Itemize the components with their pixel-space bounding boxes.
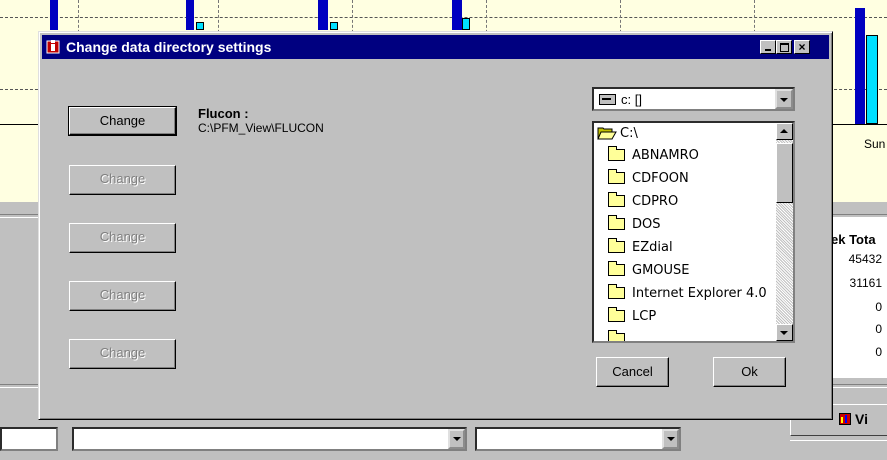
folder-name: Internet Explorer 4.0 — [632, 286, 767, 301]
chevron-down-icon[interactable] — [775, 89, 793, 109]
cancel-button[interactable]: Cancel — [596, 357, 669, 387]
folder-list[interactable]: C:\ ABNAMRO CDFOON CDPRO DOS EZdial GMOU… — [592, 121, 795, 343]
folder-icon — [608, 192, 625, 207]
close-button[interactable]: × — [794, 40, 810, 54]
minimize-button[interactable] — [760, 40, 776, 54]
chart-day-label: Sun — [864, 137, 886, 151]
folder-name: CDFOON — [632, 171, 689, 186]
folder-icon — [608, 169, 625, 184]
chart-bar — [186, 0, 194, 30]
background-combo[interactable] — [72, 427, 467, 451]
chart-bar — [196, 22, 204, 30]
totals-header: ek Tota — [831, 232, 876, 247]
folder-icon — [608, 261, 625, 276]
folder-icon — [608, 307, 625, 322]
folder-name: CDPRO — [632, 194, 679, 209]
scroll-up-icon[interactable] — [776, 123, 793, 140]
chart-bar — [50, 0, 58, 30]
folder-icon — [608, 146, 625, 161]
chart-bar — [318, 0, 328, 30]
change-button-2[interactable]: Change — [69, 165, 176, 195]
folder-name: C:\ — [620, 126, 638, 141]
chevron-down-icon[interactable] — [448, 429, 465, 449]
totals-table: ek Tota 45432 31161 0 0 0 — [828, 218, 887, 378]
view-button-label: Vi — [855, 411, 868, 427]
folder-name: EZdial — [632, 240, 673, 255]
directory-path: C:\PFM_View\FLUCON — [198, 121, 324, 135]
app-icon — [46, 40, 60, 54]
background-input[interactable] — [0, 427, 58, 451]
scroll-down-icon[interactable] — [776, 324, 793, 341]
change-button-flucon[interactable]: Change — [68, 106, 177, 136]
chart-bar — [866, 35, 878, 124]
chart-bar — [452, 0, 462, 30]
change-button-4[interactable]: Change — [69, 281, 176, 311]
totals-cell: 0 — [875, 300, 882, 314]
change-button-3[interactable]: Change — [69, 223, 176, 253]
totals-cell: 31161 — [849, 276, 882, 290]
maximize-button[interactable] — [776, 40, 792, 54]
chart-icon — [839, 413, 851, 425]
drive-value: c: [] — [621, 92, 642, 107]
folder-icon — [608, 215, 625, 230]
background-button[interactable] — [790, 440, 887, 460]
change-button-5[interactable]: Change — [69, 339, 176, 369]
change-directory-dialog: Change data directory settings × Change … — [38, 31, 833, 420]
totals-cell: 0 — [875, 322, 882, 336]
chart-bar — [330, 22, 338, 30]
directory-label: Flucon : — [198, 106, 249, 121]
folder-list-scrollbar[interactable] — [776, 123, 793, 341]
ok-button[interactable]: Ok — [713, 357, 786, 387]
folder-name: GMOUSE — [632, 263, 690, 278]
scroll-thumb[interactable] — [776, 143, 793, 203]
open-folder-icon — [597, 127, 617, 140]
folder-icon — [608, 238, 625, 253]
background-combo[interactable] — [475, 427, 681, 451]
folder-name: LCP — [632, 309, 657, 324]
dialog-titlebar[interactable]: Change data directory settings × — [42, 35, 829, 59]
dialog-title: Change data directory settings — [66, 39, 272, 55]
totals-cell: 0 — [875, 345, 882, 359]
drive-select[interactable]: c: [] — [592, 87, 795, 111]
totals-cell: 45432 — [848, 252, 882, 266]
chart-bar — [855, 8, 865, 124]
folder-name: ABNAMRO — [632, 148, 699, 163]
folder-icon — [608, 284, 625, 299]
drive-icon — [599, 94, 616, 105]
folder-icon — [608, 330, 625, 341]
close-icon: × — [798, 40, 806, 54]
chevron-down-icon[interactable] — [662, 429, 679, 449]
chart-bar — [462, 18, 470, 30]
folder-name: DOS — [632, 217, 661, 232]
